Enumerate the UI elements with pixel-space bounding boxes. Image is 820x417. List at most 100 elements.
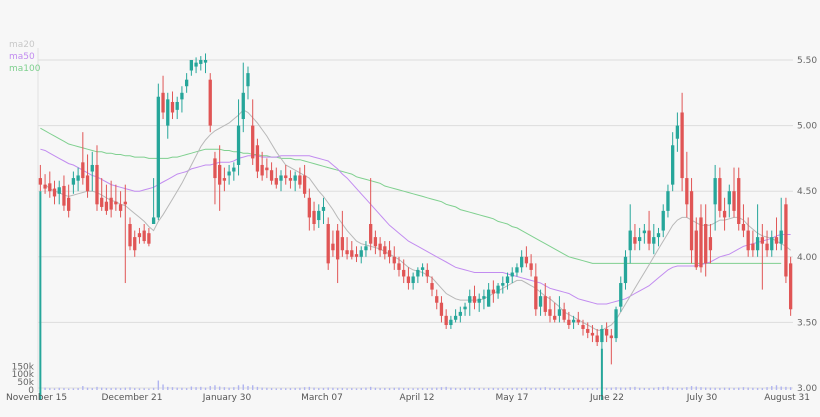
candle-body (529, 263, 533, 270)
volume-bar (502, 388, 504, 390)
volume-bar (789, 387, 792, 390)
candle-body (246, 73, 250, 87)
candle-body (704, 224, 708, 264)
candle (208, 73, 212, 133)
candle-body (732, 191, 736, 211)
candle-body (52, 188, 57, 197)
volume-bar (723, 387, 726, 390)
candle (784, 197, 788, 284)
candle-body (482, 296, 486, 299)
candle-body (317, 210, 321, 221)
volume-bar (285, 388, 287, 390)
candle-body (708, 237, 713, 251)
candle-body (104, 201, 109, 211)
volume-bar (374, 387, 377, 390)
volume-bar (445, 386, 447, 390)
candle-body (595, 335, 599, 343)
candle-body (383, 246, 387, 255)
candle-body (675, 125, 680, 139)
volume-bar (719, 387, 721, 390)
stock-chart: 3.00 3.50 4.00 4.50 5.00 5.50 150k 100k 50k 0 No… (0, 0, 820, 413)
candle-body (260, 164, 264, 176)
candle-body (751, 243, 755, 251)
candle-body (321, 206, 326, 211)
candle-body (623, 256, 628, 284)
candle-body (114, 201, 118, 205)
volume-bar (766, 387, 768, 390)
volume-bar (653, 387, 655, 390)
volume-bar (525, 387, 528, 390)
volume-bar (554, 388, 556, 390)
candle-body (288, 178, 293, 181)
candle-body (600, 328, 604, 343)
candle-body (576, 319, 580, 323)
volume-bar (638, 387, 641, 390)
volume-bar (341, 387, 344, 390)
candle-body (137, 233, 142, 238)
volume-bar (596, 387, 598, 390)
candle-body (90, 164, 94, 172)
volume-bar (605, 387, 608, 390)
x-tick-label: June 22 (589, 393, 624, 403)
candle-body (199, 60, 203, 64)
candle-body (453, 315, 458, 320)
volume-bar (185, 388, 188, 390)
candle-body (746, 230, 750, 251)
date-axis: November 15 December 21 January 30 March 07… (6, 393, 810, 403)
volume-bar (256, 386, 259, 390)
volume-bar (483, 388, 485, 390)
candle-body (491, 289, 496, 294)
candle-body (524, 256, 529, 264)
volume-bar (237, 385, 240, 390)
candle (326, 217, 330, 270)
volume-bar (747, 387, 749, 390)
volume-bar (577, 387, 579, 390)
volume-bar (360, 387, 362, 390)
volume-bar (58, 387, 60, 390)
candle-body (81, 162, 85, 179)
candle-body (770, 237, 774, 251)
candle-body (774, 237, 779, 244)
candle-body (123, 201, 127, 205)
candle-body (477, 298, 481, 303)
candle-body (109, 197, 113, 210)
candle-body (184, 79, 189, 87)
volume-bar (431, 387, 433, 390)
candle-body (378, 243, 382, 251)
candle-body (38, 178, 43, 185)
candle-body (293, 175, 297, 181)
volume-bar (775, 385, 778, 390)
candle-body (387, 250, 392, 257)
candle-body (43, 184, 47, 189)
candle-body (255, 145, 260, 172)
candle-body (95, 164, 99, 205)
volume-bar (44, 387, 46, 390)
candle-body (486, 289, 491, 307)
volume-bar (223, 387, 226, 390)
volume-bar (190, 386, 193, 390)
candle-body (397, 263, 401, 270)
candle-body (463, 306, 467, 310)
volume-bar (77, 388, 79, 390)
volume-bar (421, 387, 424, 390)
volume-bar (270, 388, 273, 390)
candle-body (251, 125, 255, 159)
volume-bar (214, 385, 216, 390)
volume-bar (752, 387, 754, 390)
candle-body (444, 315, 448, 326)
candle-body (661, 210, 665, 231)
candle-body (218, 164, 222, 185)
candle-body (586, 328, 590, 333)
candle-body (180, 92, 184, 100)
volume-bar (96, 386, 98, 390)
volume-bar (299, 387, 301, 390)
volume-bar (535, 387, 537, 390)
candle-body (425, 269, 429, 277)
candle-body (534, 276, 538, 310)
candle-body (699, 217, 703, 268)
volume-bar (280, 388, 282, 390)
y-tick-label: 3.50 (797, 318, 817, 328)
candle-body (647, 230, 651, 244)
candle-body (269, 170, 274, 181)
volume-bar (393, 387, 395, 390)
